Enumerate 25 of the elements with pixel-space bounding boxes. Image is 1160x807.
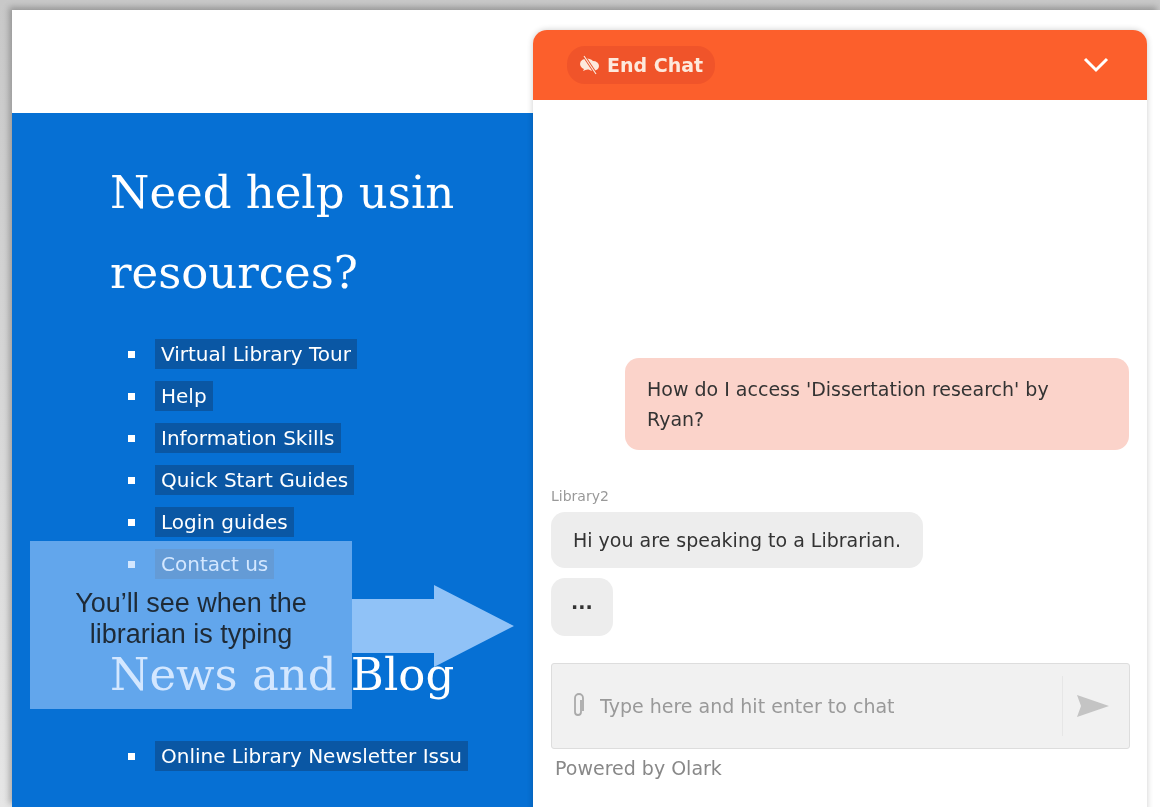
bullet-icon	[128, 392, 135, 400]
bullet-icon	[128, 350, 135, 358]
library-link[interactable]: Online Library Newsletter Issu	[155, 741, 469, 771]
bullet-icon	[128, 476, 135, 484]
bullet-icon	[128, 434, 135, 442]
library-link[interactable]: Virtual Library Tour	[155, 339, 357, 369]
operator-message: Hi you are speaking to a Librarian.	[551, 512, 924, 568]
chat-input-field[interactable]: Type here and hit enter to chat	[598, 694, 1050, 718]
library-link[interactable]: Login guides	[155, 507, 294, 537]
sender-name: Library2	[551, 488, 610, 504]
section-heading: News and Blog	[110, 648, 455, 703]
chat-off-icon	[579, 55, 601, 75]
library-link[interactable]: Quick Start Guides	[155, 465, 355, 495]
library-link[interactable]: Help	[155, 381, 213, 411]
bullet-icon	[128, 560, 135, 568]
chevron-down-icon[interactable]	[1083, 57, 1109, 73]
powered-by-text: Powered by Olark	[554, 756, 723, 779]
send-icon[interactable]	[1075, 693, 1111, 719]
bullet-icon	[128, 518, 135, 526]
typing-indicator: ...	[551, 578, 613, 636]
callout-text: You’ll see when the librarian is typing	[74, 588, 308, 650]
library-link[interactable]: Information Skills	[155, 423, 341, 453]
visitor-message: How do I access 'Dissertation research' by Ryan?	[625, 358, 1129, 450]
bullet-icon	[128, 752, 135, 760]
section-heading: Need help usin resources?	[110, 165, 455, 301]
